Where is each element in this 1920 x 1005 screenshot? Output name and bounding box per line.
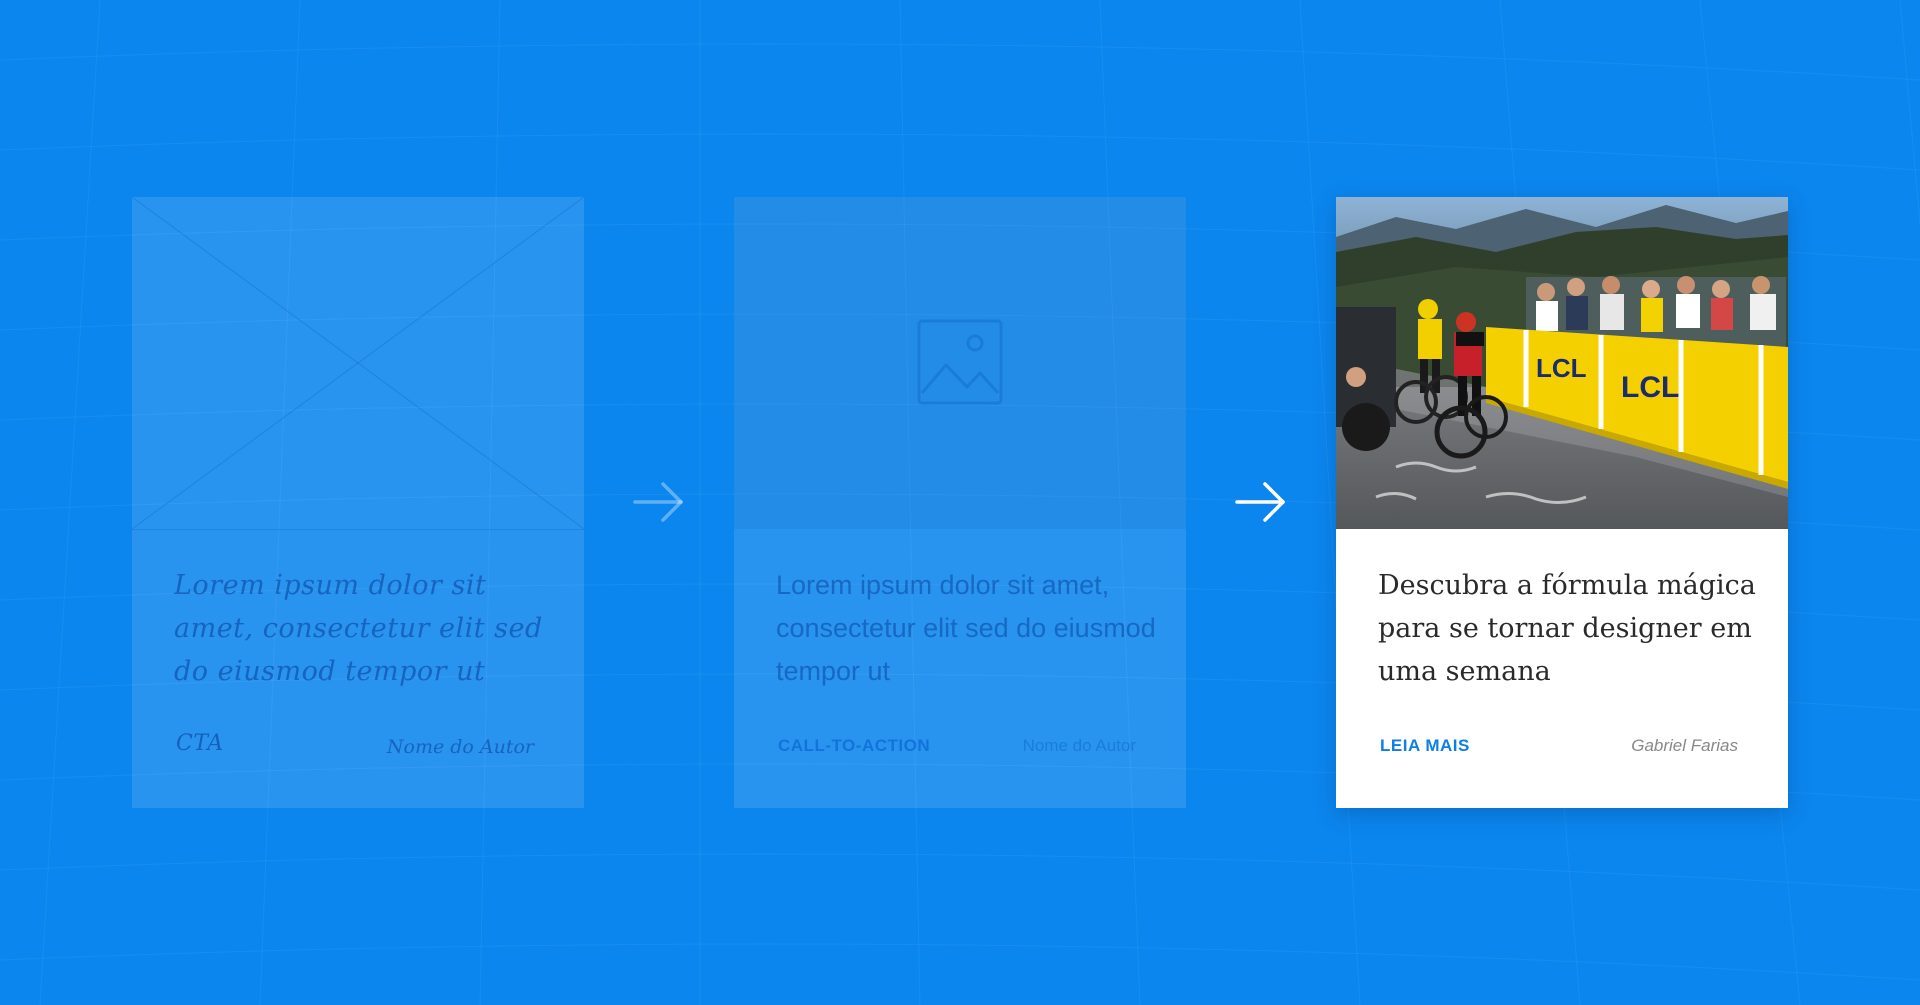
svg-text:LCL: LCL [1621, 371, 1679, 404]
arrow-right-icon [1235, 482, 1285, 522]
wireframe-cta-link[interactable]: CALL-TO-ACTION [778, 736, 930, 756]
sketch-author-name: Nome do Autor [386, 736, 534, 758]
read-more-link[interactable]: LEIA MAIS [1380, 736, 1470, 756]
final-author-name: Gabriel Farias [1631, 736, 1738, 755]
svg-text:LCL: LCL [1536, 353, 1587, 383]
wireframe-card: Lorem ipsum dolor sit amet, consectetur … [734, 197, 1186, 808]
final-card-title: Descubra a fórmula mágica para se tornar… [1378, 570, 1756, 687]
wireframe-card-title: Lorem ipsum dolor sit amet, consectetur … [776, 570, 1156, 686]
sketch-image-placeholder [132, 197, 584, 530]
wireframe-image-placeholder [734, 197, 1186, 529]
final-card[interactable]: LCL LCL Descubra a fórmula mágica para s… [1336, 197, 1788, 808]
crossed-box-placeholder-icon [132, 197, 584, 529]
cycling-race-photo: LCL LCL [1336, 197, 1788, 529]
cycling-race-photo-illustration: LCL LCL [1336, 197, 1788, 529]
arrow-right-icon [633, 482, 683, 522]
image-placeholder-icon [917, 319, 1003, 405]
sketch-card-title: Lorem ipsum dolor sit amet, consectetur … [174, 570, 543, 687]
sketch-cta-link[interactable]: CTA [176, 731, 224, 756]
wireframe-author-name: Nome do Autor [1022, 736, 1136, 755]
sketch-card: Lorem ipsum dolor sit amet, consectetur … [132, 197, 584, 808]
